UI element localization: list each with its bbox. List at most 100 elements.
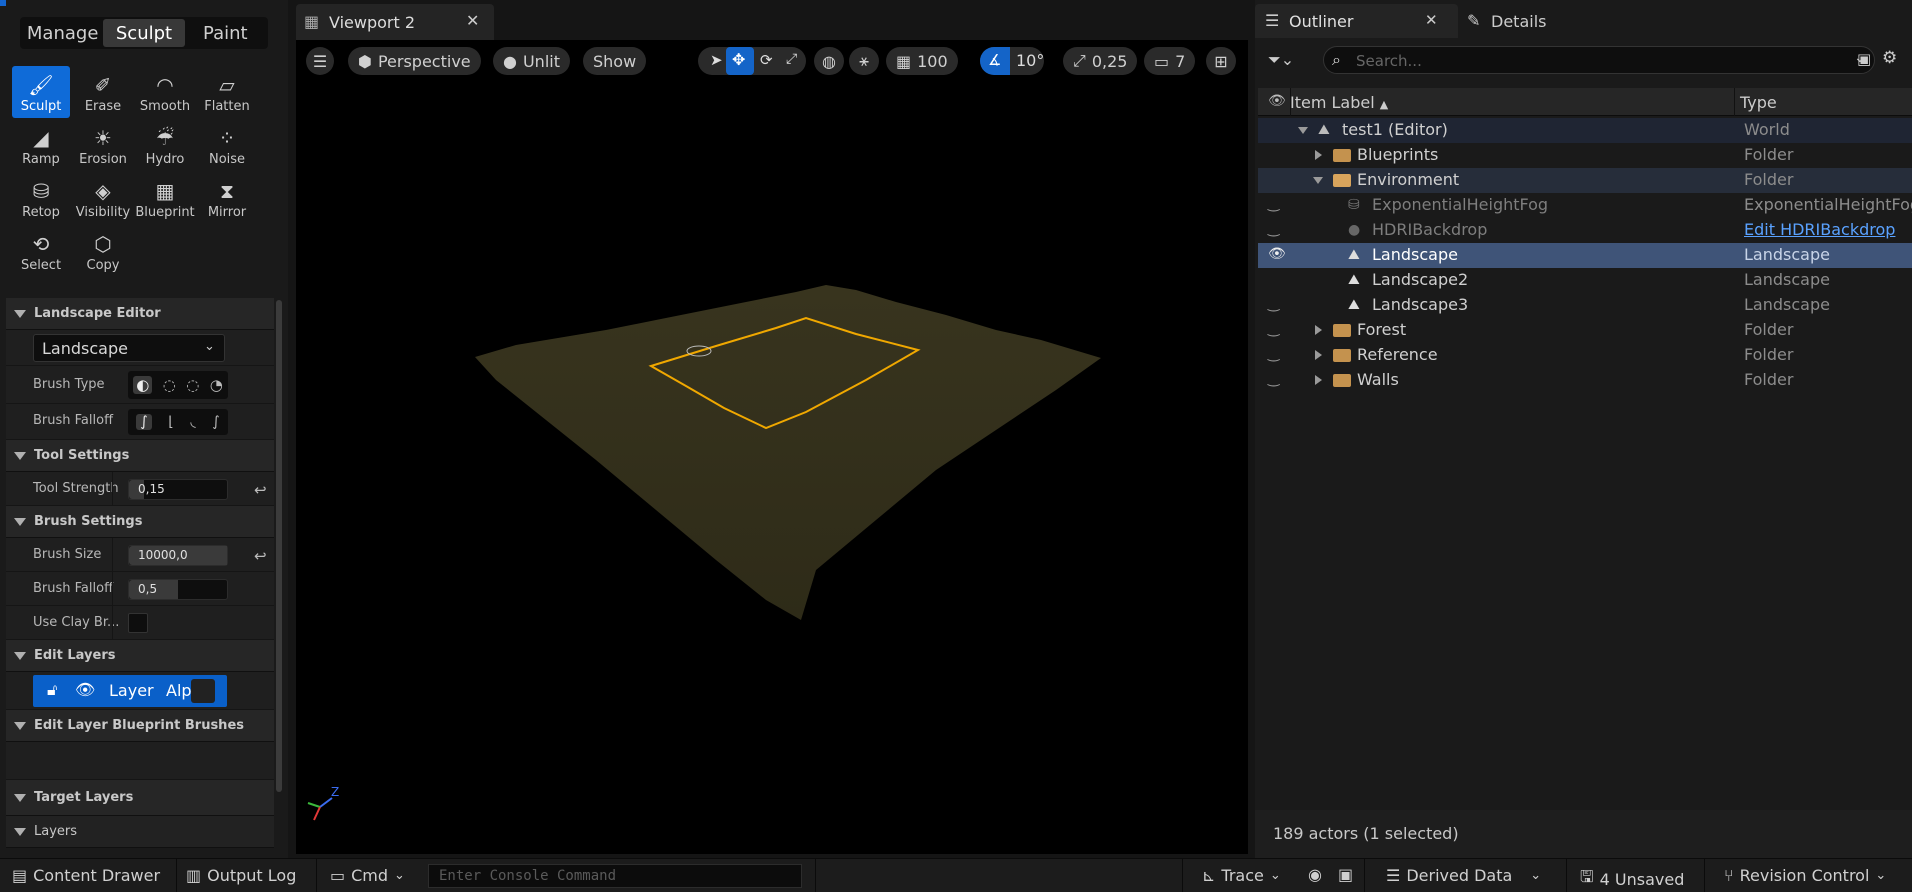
use-clay-checkbox[interactable] xyxy=(128,613,148,633)
linear-falloff-icon[interactable]: ⌊ xyxy=(168,414,173,430)
tip-falloff-icon[interactable]: ∫ xyxy=(212,414,219,430)
chevron-right-icon[interactable] xyxy=(1315,350,1322,360)
tool-select[interactable]: ⟲ Select xyxy=(12,225,70,277)
component-brush-icon[interactable]: ◔ xyxy=(210,376,223,394)
gear-icon[interactable]: ⚙ xyxy=(1882,48,1897,68)
eye-closed-icon[interactable]: ‿ xyxy=(1268,296,1279,312)
screenshot-icon[interactable]: ▣ xyxy=(1338,865,1353,884)
outliner-row[interactable]: 👁︎ ⛰ Landscape Landscape xyxy=(1258,243,1912,268)
tool-strength-row: Tool Strength 0,15 ↩ xyxy=(6,472,274,506)
tool-visibility[interactable]: ◈ Visibility xyxy=(74,172,132,224)
layer-alpha-slider[interactable] xyxy=(191,679,215,703)
outliner-row[interactable]: Environment Folder xyxy=(1258,168,1912,193)
outliner-row[interactable]: ‿ Reference Folder xyxy=(1258,343,1912,368)
viewport[interactable]: ☰ ⬢ Perspective ● Unlit Show ➤ ✥ ⟳ ⤢ ◍ ⚹ ▦… xyxy=(296,40,1248,854)
viewport-tab[interactable]: ▦ Viewport 2 ✕ xyxy=(296,4,494,40)
content-drawer-button[interactable]: ▤ Content Drawer xyxy=(12,866,160,885)
section-brush-settings[interactable]: Brush Settings xyxy=(6,506,274,538)
spherical-falloff-icon[interactable]: ◟ xyxy=(190,414,195,430)
chevron-down-icon[interactable] xyxy=(1313,177,1323,184)
outliner-tab[interactable]: ☰ Outliner ✕ xyxy=(1255,4,1458,38)
details-scrollbar[interactable] xyxy=(276,300,282,792)
tab-manage[interactable]: Manage xyxy=(22,19,103,47)
reset-arrow-icon[interactable]: ↩ xyxy=(254,547,267,565)
edit-layer-item[interactable]: 🔓︎ 👁︎ Layer Alp xyxy=(33,675,227,707)
chevron-right-icon[interactable] xyxy=(1315,325,1322,335)
outliner-row[interactable]: ‿ ⛁ ExponentialHeightFog ExponentialHeightF… xyxy=(1258,193,1912,218)
tool-blueprint[interactable]: ▦ Blueprint xyxy=(135,172,194,224)
section-edit-layers[interactable]: Edit Layers xyxy=(6,640,274,672)
pattern-brush-icon[interactable]: ◌ xyxy=(186,376,199,394)
visibility-column-icon[interactable]: 👁︎ xyxy=(1268,93,1286,109)
eye-closed-icon[interactable]: ‿ xyxy=(1268,346,1279,362)
chevron-down-icon[interactable] xyxy=(1298,127,1308,134)
close-icon[interactable]: ✕ xyxy=(466,11,479,30)
search-input[interactable]: ⌕ Search... ⌄ xyxy=(1323,46,1875,74)
eye-closed-icon[interactable]: ‿ xyxy=(1268,221,1279,237)
fog-icon: ⛁ xyxy=(1348,197,1360,213)
new-folder-icon[interactable]: ▣ xyxy=(1857,50,1871,68)
tool-copy[interactable]: ⬡ Copy xyxy=(74,225,132,277)
outliner-row[interactable]: ‿ ⛰ Landscape3 Landscape xyxy=(1258,293,1912,318)
tool-flatten[interactable]: ⏥ Flatten xyxy=(198,66,256,118)
tab-paint[interactable]: Paint xyxy=(185,19,266,47)
unlock-icon[interactable]: 🔓︎ xyxy=(47,680,57,700)
tool-retop[interactable]: ⛁ Retop xyxy=(12,172,70,224)
details-tab-title: Details xyxy=(1491,12,1547,31)
chevron-right-icon[interactable] xyxy=(1315,375,1322,385)
chevron-down-icon: ⌄ xyxy=(1875,868,1887,883)
smooth-falloff-icon[interactable]: ∫ xyxy=(136,414,152,430)
eye-closed-icon[interactable]: ‿ xyxy=(1268,196,1279,212)
collapse-arrow-icon xyxy=(14,794,26,802)
tool-smooth[interactable]: ◠ Smooth xyxy=(136,66,194,118)
eye-icon[interactable]: 👁︎ xyxy=(75,680,95,699)
section-title: Target Layers xyxy=(34,790,134,805)
tool-erase[interactable]: ✐ Erase xyxy=(74,66,132,118)
reset-arrow-icon[interactable]: ↩ xyxy=(254,481,267,499)
unsaved-button[interactable]: 🖫 4 Unsaved xyxy=(1580,866,1684,892)
eraser-icon: ✐ xyxy=(94,73,112,97)
alpha-brush-icon[interactable]: ◌ xyxy=(163,376,176,394)
brush-size-input[interactable]: 10000,0 xyxy=(128,545,228,566)
tool-hydro[interactable]: ☔ Hydro xyxy=(136,119,194,171)
derived-data-button[interactable]: ☰ Derived Data ⌄ xyxy=(1386,866,1541,885)
outliner-row[interactable]: ⛰ Landscape2 Landscape xyxy=(1258,268,1912,293)
tab-sculpt[interactable]: Sculpt xyxy=(103,19,185,47)
tool-label: Sculpt xyxy=(20,99,62,114)
filter-icon[interactable]: ⏷⌄ xyxy=(1268,50,1294,70)
tool-mirror[interactable]: ⧗ Mirror xyxy=(198,172,256,224)
chevron-right-icon[interactable] xyxy=(1315,150,1322,160)
trace-button[interactable]: ⊾ Trace ⌄ xyxy=(1202,866,1281,885)
item-label-header[interactable]: Item Label ▲ xyxy=(1290,93,1388,112)
section-target-layers[interactable]: Target Layers xyxy=(6,780,274,816)
record-icon[interactable]: ◉ xyxy=(1308,865,1322,884)
output-log-button[interactable]: ▥ Output Log xyxy=(186,866,296,885)
section-blueprint-brushes[interactable]: Edit Layer Blueprint Brushes xyxy=(6,710,274,742)
details-tab[interactable]: ✎ Details xyxy=(1465,4,1585,38)
cmd-button[interactable]: ▭ Cmd ⌄ xyxy=(330,866,405,885)
eye-closed-icon[interactable]: ‿ xyxy=(1268,321,1279,337)
outliner-row[interactable]: Blueprints Folder xyxy=(1258,143,1912,168)
edit-hdribackdrop-link[interactable]: Edit HDRIBackdrop xyxy=(1744,220,1895,239)
tool-ramp[interactable]: ◢ Ramp xyxy=(12,119,70,171)
circle-brush-icon[interactable]: ◐ xyxy=(133,376,153,394)
close-icon[interactable]: ✕ xyxy=(1425,11,1438,29)
outliner-row[interactable]: ‿ Walls Folder xyxy=(1258,368,1912,393)
landscape-dropdown[interactable]: Landscape ⌄ xyxy=(33,334,225,362)
brush-falloff-input[interactable]: 0,5 xyxy=(128,579,228,600)
eye-icon[interactable]: 👁︎ xyxy=(1268,246,1286,262)
type-header[interactable]: Type xyxy=(1740,93,1777,112)
tool-erosion[interactable]: ☀ Erosion xyxy=(74,119,132,171)
eye-closed-icon[interactable]: ‿ xyxy=(1268,371,1279,387)
tool-sculpt[interactable]: 🖌 Sculpt xyxy=(12,66,70,118)
section-tool-settings[interactable]: Tool Settings xyxy=(6,440,274,472)
revision-control-button[interactable]: ⑂ Revision Control ⌄ xyxy=(1724,866,1886,885)
outliner-row[interactable]: ‿ ● HDRIBackdrop Edit HDRIBackdrop xyxy=(1258,218,1912,243)
console-input[interactable]: Enter Console Command xyxy=(428,864,802,888)
section-landscape-editor[interactable]: Landscape Editor xyxy=(6,298,274,330)
tool-noise[interactable]: ⁘ Noise xyxy=(198,119,256,171)
section-layers[interactable]: Layers xyxy=(6,816,274,848)
outliner-row[interactable]: ⛰ test1 (Editor) World xyxy=(1258,118,1912,143)
outliner-row[interactable]: ‿ Forest Folder xyxy=(1258,318,1912,343)
tool-strength-input[interactable]: 0,15 xyxy=(128,479,228,500)
